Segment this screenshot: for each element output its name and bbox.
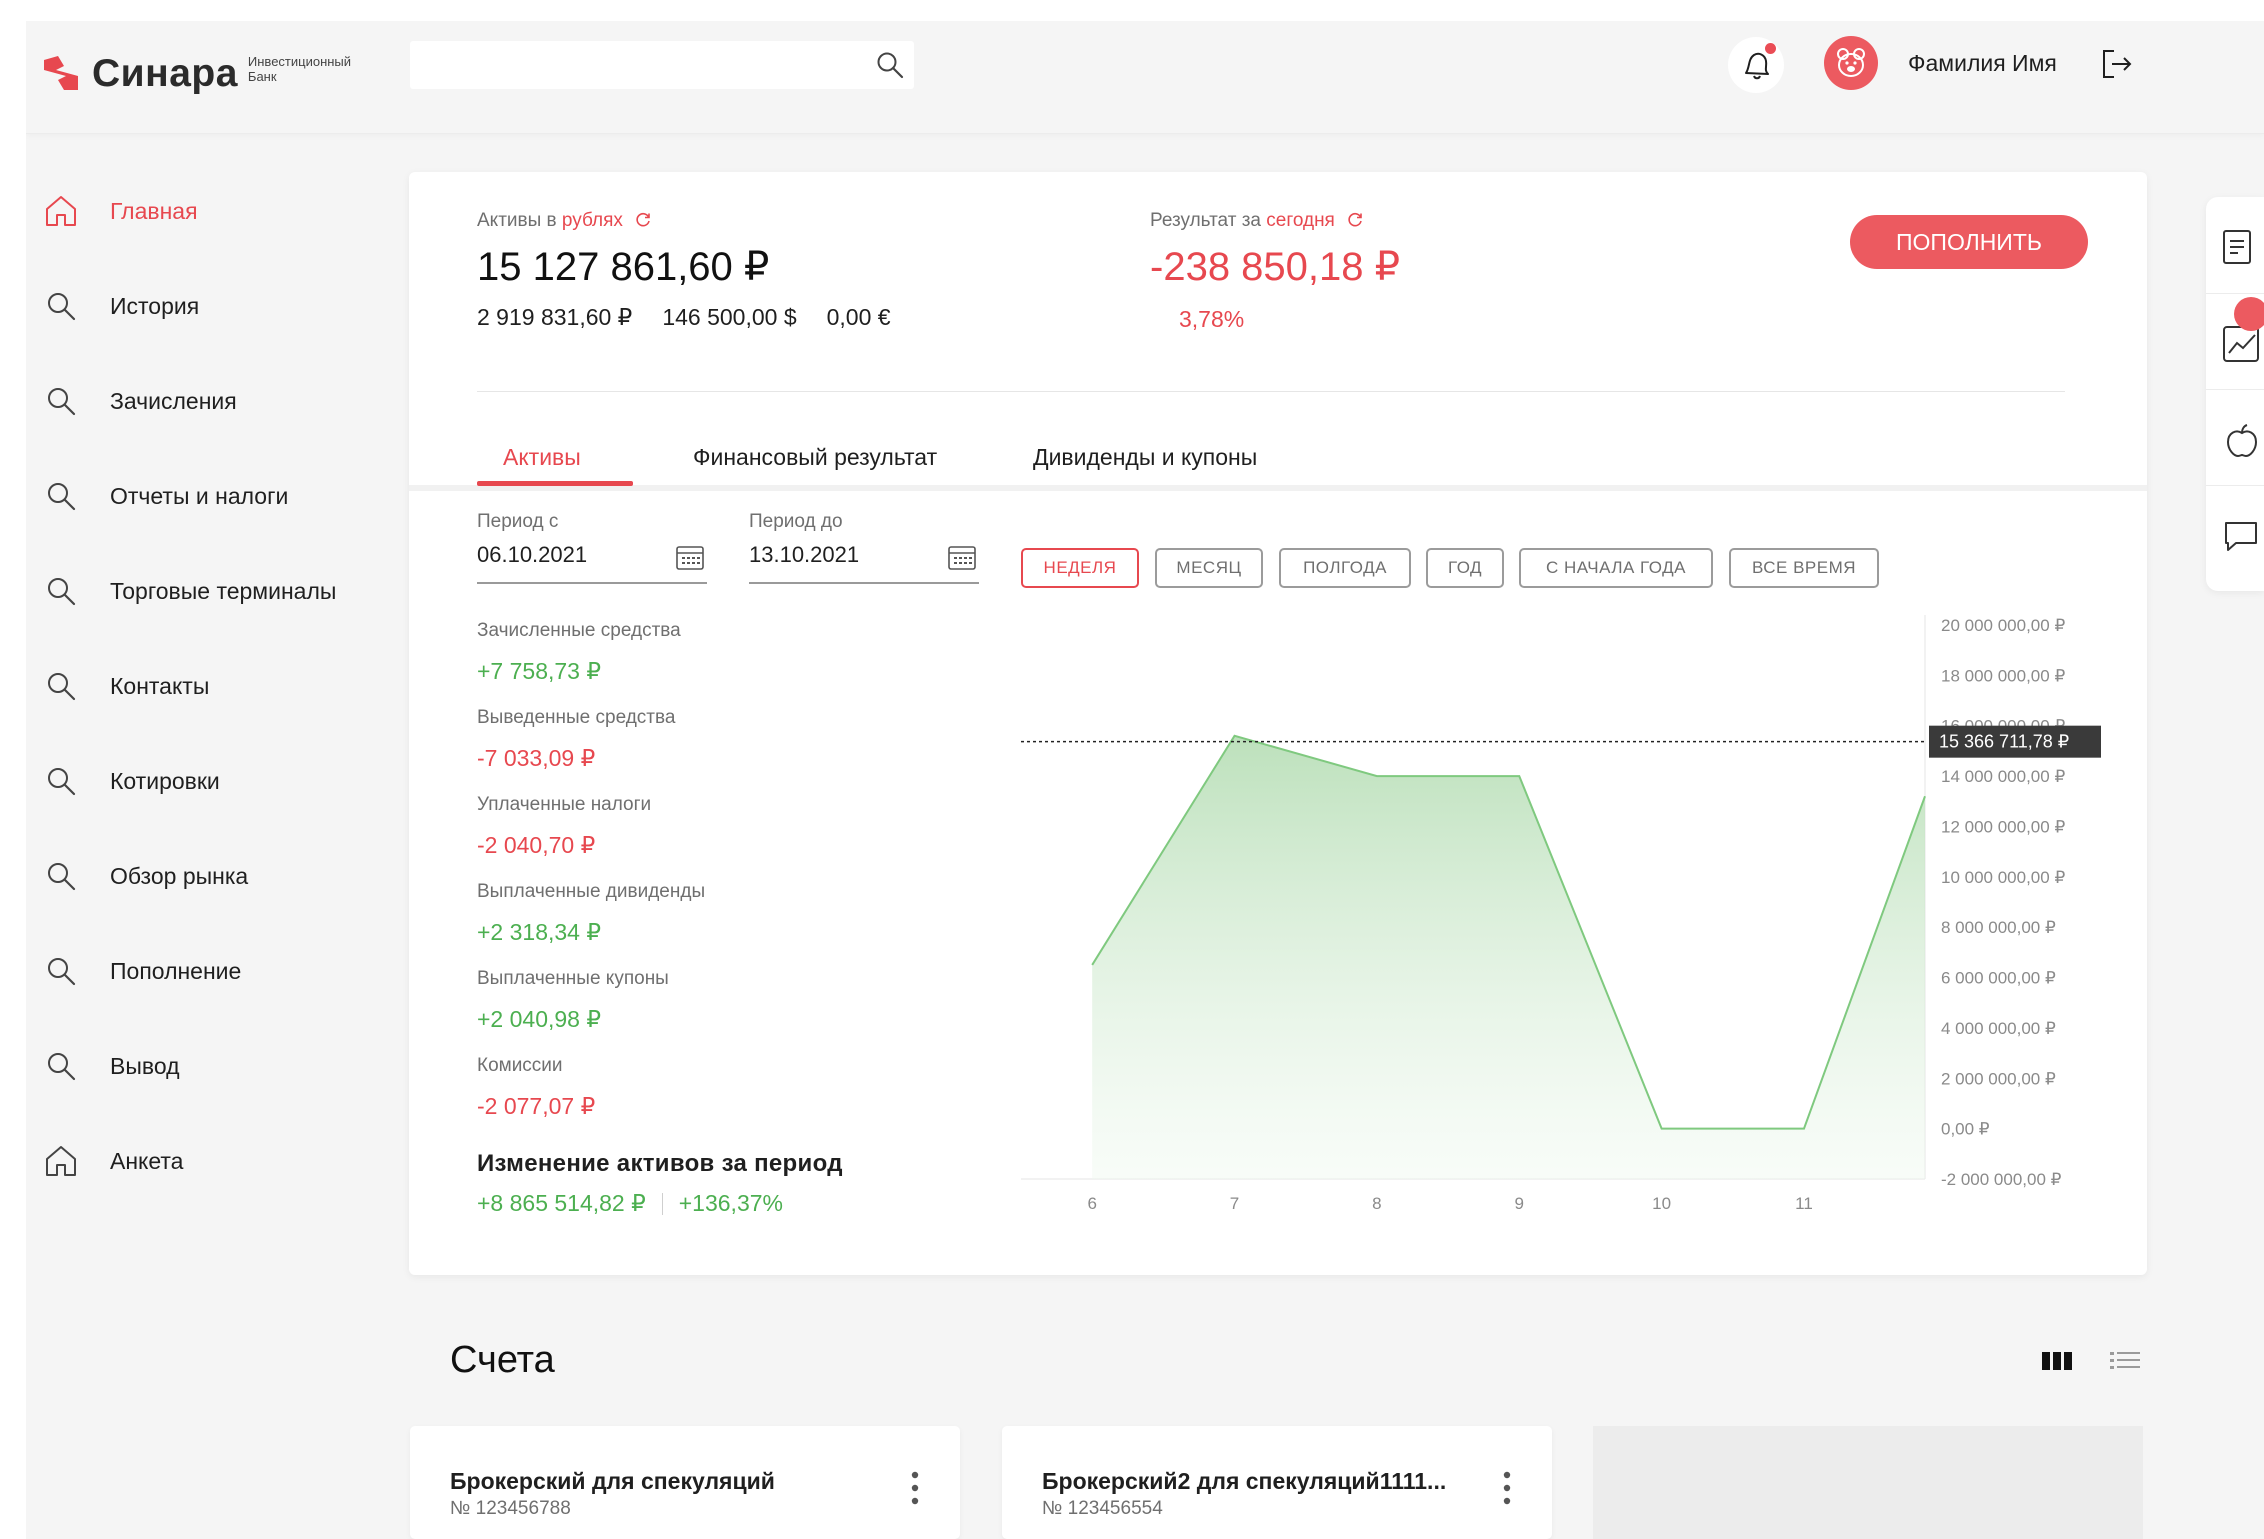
search-icon: [48, 578, 76, 606]
home-icon: [46, 1146, 76, 1176]
bear-avatar-icon: [1837, 48, 1865, 77]
search-icon[interactable]: [876, 51, 904, 79]
sidebar-item-label: Вывод: [110, 1052, 180, 1079]
sidebar-item-label: Зачисления: [110, 387, 237, 414]
search-bar: [410, 41, 914, 91]
search-input[interactable]: [410, 41, 868, 91]
sinara-logo-icon: [44, 56, 78, 90]
sidebar-item-label: Торговые терминалы: [110, 577, 337, 604]
sidebar-item[interactable]: Вывод: [26, 1036, 386, 1096]
sidebar-item[interactable]: Торговые терминалы: [26, 561, 386, 621]
apple-icon: [2226, 424, 2258, 458]
app-window: Синара Инвестиционный Банк Фамилия Имя Г…: [26, 21, 2264, 1539]
sidebar-item[interactable]: Главная: [26, 181, 386, 241]
sidebar-item-label: Пополнение: [110, 957, 242, 984]
y-tick-label: 18 000 000,00 ₽: [1941, 666, 2065, 685]
sidebar-item[interactable]: Зачисления: [26, 371, 386, 431]
search-icon: [48, 293, 76, 321]
search-icon: [48, 673, 76, 701]
sidebar-item[interactable]: Отчеты и налоги: [26, 466, 386, 526]
home-icon: [46, 196, 76, 226]
y-tick-label: 0,00 ₽: [1941, 1120, 1990, 1139]
search-icon: [48, 388, 76, 416]
brand-name: Синара: [92, 52, 238, 95]
sidebar-item-label: Анкета: [110, 1147, 184, 1174]
sidebar-item-label: Котировки: [110, 767, 220, 794]
search-icon: [48, 863, 76, 891]
brand-logo[interactable]: Синара Инвестиционный Банк: [42, 39, 378, 109]
y-tick-label: 20 000 000,00 ₽: [1941, 616, 2065, 635]
grid-view-icon[interactable]: [2038, 1346, 2076, 1376]
document-list-icon: [2223, 230, 2251, 264]
notification-dot: [1765, 43, 1776, 54]
brand-subtitle: Инвестиционный Банк: [247, 54, 352, 84]
top-header: Синара Инвестиционный Банк Фамилия Имя: [26, 21, 2264, 134]
more-vertical-icon[interactable]: [1502, 1470, 1512, 1506]
sidebar-item[interactable]: Анкета: [26, 1131, 386, 1191]
sidebar-item-label: Обзор рынка: [110, 862, 249, 889]
search-icon: [48, 958, 76, 986]
account-card-placeholder: [1593, 1426, 2143, 1539]
rail-badge: [2234, 297, 2264, 331]
search-icon: [48, 768, 76, 796]
chart-line-icon: [2223, 326, 2259, 362]
logout-icon[interactable]: [2100, 47, 2134, 81]
reference-label: 15 366 711,78 ₽: [1939, 732, 2069, 752]
x-tick-label: 9: [1515, 1194, 1524, 1213]
accounts-title: Счета: [450, 1339, 555, 1381]
x-tick-label: 11: [1795, 1194, 1813, 1213]
sidebar-item[interactable]: Контакты: [26, 656, 386, 716]
y-tick-label: 14 000 000,00 ₽: [1941, 767, 2065, 786]
right-rail: [2206, 197, 2264, 591]
y-tick-label: 4 000 000,00 ₽: [1941, 1019, 2056, 1038]
search-icon: [48, 1053, 76, 1081]
assets-chart: 20 000 000,00 ₽18 000 000,00 ₽16 000 000…: [1021, 615, 2101, 1213]
notifications-button[interactable]: [1728, 37, 1784, 93]
sidebar-item-label: История: [110, 292, 200, 319]
rail-chat-button[interactable]: [2206, 485, 2264, 581]
sidebar-item-label: Отчеты и налоги: [110, 482, 289, 509]
rail-documents-button[interactable]: [2206, 197, 2264, 294]
list-view-icon[interactable]: [2106, 1346, 2144, 1376]
y-tick-label: 2 000 000,00 ₽: [1941, 1069, 2056, 1088]
y-tick-label: 12 000 000,00 ₽: [1941, 817, 2065, 836]
x-tick-label: 6: [1087, 1194, 1096, 1213]
x-tick-label: 7: [1230, 1194, 1239, 1213]
series-area: [1092, 735, 1925, 1179]
account-card[interactable]: Брокерский для спекуляций № 123456788: [410, 1426, 960, 1539]
chat-icon: [2225, 522, 2257, 551]
y-tick-label: 6 000 000,00 ₽: [1941, 969, 2056, 988]
portfolio-card: Активы в рублях 15 127 861,60 ₽ 2 919 83…: [409, 172, 2147, 1275]
avatar[interactable]: [1824, 36, 1878, 90]
bell-icon: [1745, 52, 1769, 80]
sidebar-item-label: Главная: [110, 197, 198, 224]
sidebar-item[interactable]: Котировки: [26, 751, 386, 811]
sidebar-item-label: Контакты: [110, 672, 210, 699]
y-tick-label: -2 000 000,00 ₽: [1941, 1170, 2062, 1189]
account-name: Брокерский для спекуляций: [450, 1468, 775, 1494]
account-name: Брокерский2 для спекуляций1111...: [1042, 1468, 1447, 1494]
rail-apple-button[interactable]: [2206, 389, 2264, 486]
sidebar-item[interactable]: История: [26, 276, 386, 336]
user-name[interactable]: Фамилия Имя: [1908, 50, 2057, 77]
y-tick-label: 8 000 000,00 ₽: [1941, 918, 2056, 937]
more-vertical-icon[interactable]: [910, 1470, 920, 1506]
x-tick-label: 8: [1372, 1194, 1381, 1213]
account-card[interactable]: Брокерский2 для спекуляций1111... № 1234…: [1002, 1426, 1552, 1539]
sidebar-item[interactable]: Обзор рынка: [26, 846, 386, 906]
account-number: № 123456554: [1042, 1498, 1163, 1519]
account-number: № 123456788: [450, 1498, 571, 1519]
sidebar-item[interactable]: Пополнение: [26, 941, 386, 1001]
y-tick-label: 10 000 000,00 ₽: [1941, 868, 2065, 887]
search-icon: [48, 483, 76, 511]
x-tick-label: 10: [1652, 1194, 1671, 1213]
